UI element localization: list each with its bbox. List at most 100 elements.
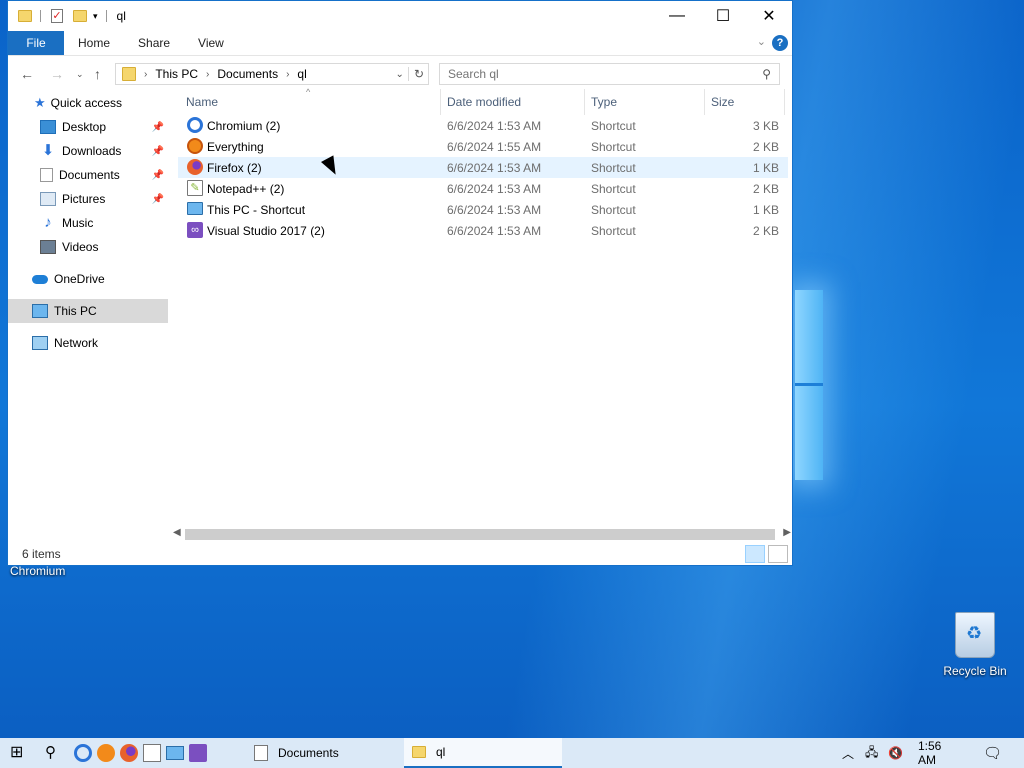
notepadpp-icon: ✎	[187, 180, 203, 196]
file-size: 2 KB	[752, 224, 779, 238]
column-size[interactable]: Size	[711, 95, 734, 109]
tab-file[interactable]: File	[8, 31, 64, 55]
back-arrow-icon[interactable]: ←	[20, 66, 34, 82]
pin-icon[interactable]: 📌	[152, 194, 164, 205]
notifications-icon[interactable]: 🗨	[983, 738, 1002, 768]
recent-locations-chevron-icon[interactable]: ⌄	[76, 69, 84, 80]
search-input[interactable]	[446, 66, 763, 82]
minimize-button[interactable]: —	[654, 1, 700, 31]
computer-icon[interactable]	[166, 746, 184, 760]
folder-icon	[122, 67, 136, 81]
nav-onedrive-label: OneDrive	[54, 272, 105, 286]
scroll-right-icon[interactable]: ▶	[783, 527, 791, 538]
scroll-left-icon[interactable]: ◀	[173, 527, 181, 538]
folder-icon	[18, 10, 32, 22]
chromium-icon	[187, 117, 203, 133]
network-icon[interactable]: 🖧	[865, 738, 878, 768]
large-icons-view-icon[interactable]	[768, 545, 788, 563]
chromium-icon[interactable]	[74, 744, 92, 762]
nav-this-pc[interactable]: This PC	[8, 299, 168, 323]
tab-share[interactable]: Share	[124, 31, 184, 55]
clock[interactable]: 1:56 AM	[918, 738, 962, 768]
close-button[interactable]: ✕	[746, 1, 792, 31]
refresh-icon[interactable]: ↻	[407, 67, 424, 81]
scrollbar-thumb[interactable]	[185, 529, 775, 540]
nav-network[interactable]: Network	[8, 331, 168, 355]
volume-muted-icon[interactable]: 🔇	[888, 738, 903, 768]
properties-icon[interactable]: ✓	[51, 9, 63, 23]
nav-desktop[interactable]: Desktop 📌	[8, 115, 168, 139]
window-title: ql	[116, 9, 126, 23]
file-date: 6/6/2024 1:53 AM	[447, 224, 542, 238]
everything-icon[interactable]	[97, 744, 115, 762]
visual-studio-icon[interactable]	[189, 744, 207, 762]
recycle-bin-shortcut[interactable]: Recycle Bin	[940, 612, 1010, 678]
chevron-right-icon[interactable]: ›	[206, 69, 209, 80]
expand-ribbon-icon[interactable]: ⌄	[757, 35, 766, 48]
pin-icon[interactable]: 📌	[152, 122, 164, 133]
up-arrow-icon[interactable]: ↑	[94, 66, 101, 82]
taskbar-task-ql[interactable]: ql	[404, 738, 562, 768]
nav-pictures[interactable]: Pictures 📌	[8, 187, 168, 211]
search-icon[interactable]: ⚲	[762, 67, 771, 81]
file-size: 3 KB	[752, 119, 779, 133]
search-icon[interactable]: ⚲	[45, 744, 63, 762]
start-windows-icon[interactable]: ⊞	[10, 744, 28, 762]
help-icon[interactable]: ?	[772, 35, 788, 51]
file-name: Notepad++ (2)	[207, 182, 285, 196]
file-row[interactable]: Everything 6/6/2024 1:55 AM Shortcut 2 K…	[178, 136, 788, 157]
file-name: Visual Studio 2017 (2)	[207, 224, 325, 238]
title-bar[interactable]: ✓ ▾ ql — ☐ ✕	[8, 1, 792, 31]
file-row[interactable]: This PC - Shortcut 6/6/2024 1:53 AM Shor…	[178, 199, 788, 220]
file-name: This PC - Shortcut	[207, 203, 306, 217]
nav-downloads[interactable]: ⬇ Downloads 📌	[8, 139, 168, 163]
nav-videos[interactable]: Videos	[8, 235, 168, 259]
file-row[interactable]: ✎ Notepad++ (2) 6/6/2024 1:53 AM Shortcu…	[178, 178, 788, 199]
desktop-chromium-label[interactable]: Chromium	[10, 564, 65, 578]
column-date-modified[interactable]: Date modified	[447, 95, 521, 109]
pin-icon[interactable]: 📌	[152, 170, 164, 181]
column-type[interactable]: Type	[591, 95, 617, 109]
column-name[interactable]: Name	[186, 95, 218, 109]
recycle-bin-label: Recycle Bin	[943, 664, 1007, 678]
nav-this-pc-label: This PC	[54, 304, 97, 318]
file-row[interactable]: ∞ Visual Studio 2017 (2) 6/6/2024 1:53 A…	[178, 220, 788, 241]
tab-view[interactable]: View	[184, 31, 238, 55]
music-note-icon: ♪	[44, 214, 52, 231]
nav-documents[interactable]: Documents 📌	[8, 163, 168, 187]
firefox-icon[interactable]	[120, 744, 138, 762]
address-bar[interactable]: › This PC › Documents › ql ⌄ ↻	[115, 63, 429, 85]
breadcrumb-this-pc[interactable]: This PC	[155, 67, 198, 81]
nav-quick-access[interactable]: ★ Quick access	[8, 91, 168, 115]
horizontal-scrollbar[interactable]: ◀ ▶	[171, 527, 791, 542]
file-row[interactable]: Firefox (2) 6/6/2024 1:53 AM Shortcut 1 …	[178, 157, 788, 178]
show-hidden-icons-icon[interactable]: ︿	[842, 738, 854, 768]
search-box[interactable]: ⚲	[439, 63, 780, 85]
file-type: Shortcut	[591, 224, 636, 238]
tab-home[interactable]: Home	[64, 31, 124, 55]
new-folder-icon[interactable]	[73, 10, 87, 22]
file-size: 1 KB	[752, 203, 779, 217]
address-dropdown-icon[interactable]: ⌄	[396, 69, 404, 80]
taskbar-task-documents[interactable]: Documents	[246, 738, 400, 768]
file-size: 2 KB	[752, 140, 779, 154]
notepadpp-icon[interactable]	[143, 744, 161, 762]
maximize-button[interactable]: ☐	[700, 1, 746, 31]
taskbar-task-label: ql	[436, 745, 446, 759]
download-arrow-icon: ⬇	[41, 142, 55, 159]
pictures-icon	[40, 192, 56, 206]
nav-videos-label: Videos	[62, 240, 99, 254]
quick-access-toolbar-dropdown-icon[interactable]: ▾	[93, 11, 98, 22]
chevron-right-icon: ›	[144, 68, 148, 80]
details-view-icon[interactable]	[745, 545, 765, 563]
cloud-icon	[32, 274, 48, 284]
breadcrumb-documents[interactable]: Documents	[217, 67, 278, 81]
nav-onedrive[interactable]: OneDrive	[8, 267, 168, 291]
nav-music[interactable]: ♪ Music	[8, 211, 168, 235]
file-row[interactable]: Chromium (2) 6/6/2024 1:53 AM Shortcut 3…	[178, 115, 788, 136]
chevron-right-icon[interactable]: ›	[286, 69, 289, 80]
breadcrumb-ql[interactable]: ql	[297, 67, 306, 81]
nav-downloads-label: Downloads	[62, 144, 122, 158]
forward-arrow-icon[interactable]: →	[50, 66, 64, 82]
pin-icon[interactable]: 📌	[152, 146, 164, 157]
